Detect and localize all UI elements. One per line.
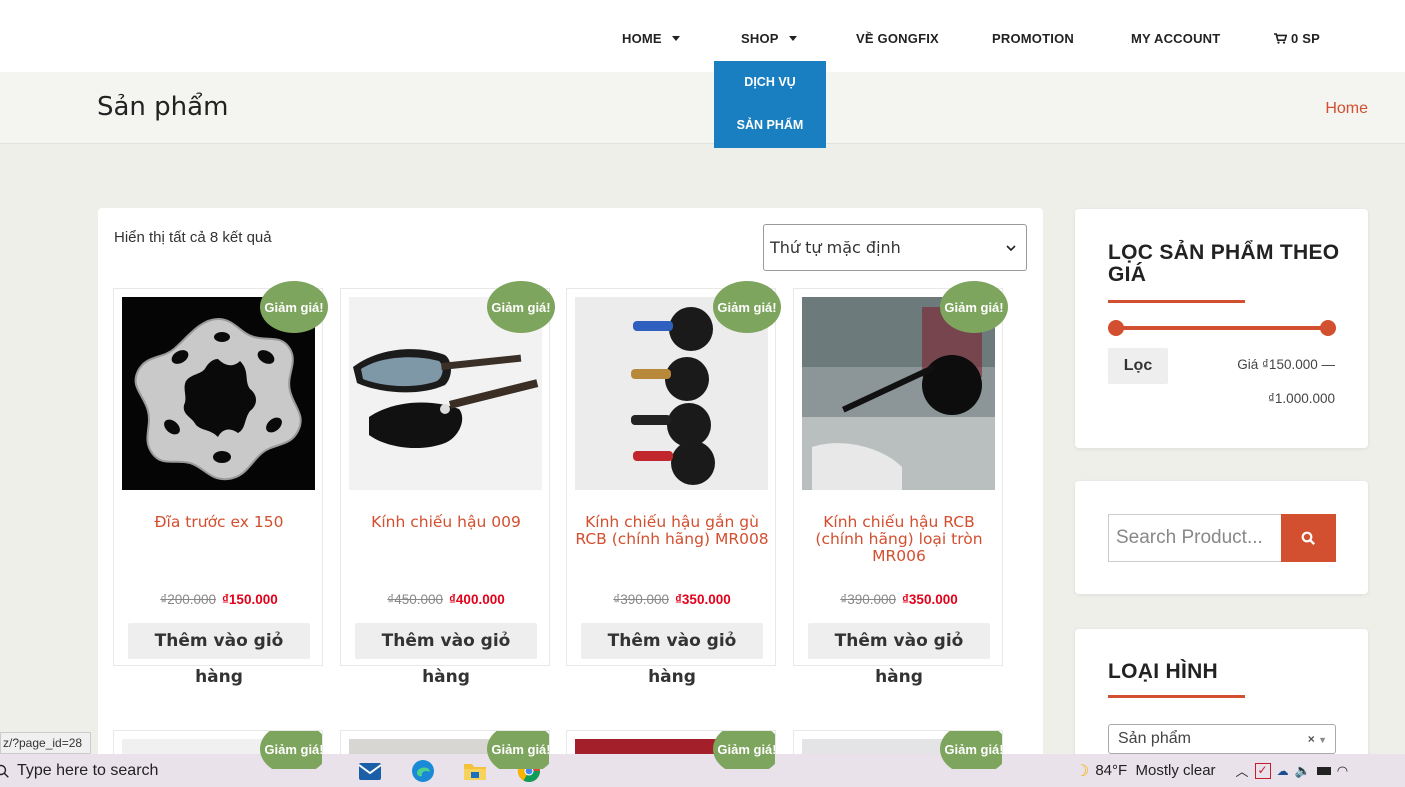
sale-badge: Giảm giá! <box>713 731 775 769</box>
sale-price: ₫350.000 <box>902 592 958 607</box>
windows-taskbar: Type here to search ☽ 84°F Mostly clear … <box>0 754 1405 787</box>
product-card[interactable]: Giảm giá! Kính chiếu hậu 009 ₫450.000 ₫40… <box>340 281 555 687</box>
product-name[interactable]: Kính chiếu hậu gắn gù RCB (chính hãng) M… <box>567 514 777 548</box>
cart-count-label: 0 SP <box>1291 31 1320 46</box>
title-underline <box>1108 695 1245 698</box>
nav-about-label: VỀ GONGFIX <box>856 31 939 46</box>
breadcrumb-home[interactable]: Home <box>1325 100 1368 118</box>
chevron-down-icon <box>1006 244 1016 251</box>
sale-badge: Giảm giá! <box>260 281 328 333</box>
system-tray: ☽ 84°F Mostly clear ︿ ✓ ☁ 🔈 ◠ <box>1075 754 1348 787</box>
nav-shop[interactable]: SHOP <box>741 31 797 46</box>
antivirus-icon[interactable]: ✓ <box>1254 762 1271 779</box>
shop-dropdown-menu: DỊCH VỤ SẢN PHẨM <box>714 61 826 148</box>
product-price: ₫390.000 ₫350.000 <box>794 592 1004 607</box>
status-bar-url: z/?page_id=28 <box>0 732 91 754</box>
sale-price: ₫150.000 <box>222 592 278 607</box>
product-name[interactable]: Kính chiếu hậu 009 <box>341 514 551 531</box>
price-slider-max-handle[interactable] <box>1320 320 1336 336</box>
speaker-icon[interactable]: 🔈 <box>1295 763 1311 779</box>
dropdown-item-services[interactable]: DỊCH VỤ <box>714 61 826 104</box>
price-range-from: Giá ₫150.000 — <box>1237 357 1335 372</box>
sale-badge: Giảm giá! <box>940 281 1008 333</box>
add-to-cart-button[interactable]: Thêm vào giỏ hàng <box>355 623 537 687</box>
edge-browser-icon[interactable] <box>410 758 436 784</box>
category-select[interactable]: Sản phẩm × ▼ <box>1108 724 1336 754</box>
moon-icon: ☽ <box>1075 762 1090 780</box>
caret-down-icon <box>788 36 797 41</box>
title-underline <box>1108 300 1245 303</box>
sale-price: ₫400.000 <box>449 592 505 607</box>
caret-down-icon <box>671 36 680 41</box>
add-to-cart-button[interactable]: Thêm vào giỏ hàng <box>581 623 763 687</box>
price-slider-track[interactable] <box>1116 326 1328 330</box>
price-range-to: ₫1.000.000 <box>1268 391 1335 406</box>
dropdown-item-products[interactable]: SẢN PHẨM <box>714 104 826 147</box>
sort-selected-value: Thứ tự mặc định <box>770 238 901 257</box>
sale-badge: Giảm giá! <box>260 731 322 769</box>
product-price: ₫390.000 ₫350.000 <box>567 592 777 607</box>
add-to-cart-button[interactable]: Thêm vào giỏ hàng <box>128 623 310 687</box>
sale-badge: Giảm giá! <box>487 281 555 333</box>
category-title: LOẠI HÌNH <box>1108 660 1219 683</box>
search-icon <box>1301 531 1316 545</box>
nav-shop-label: SHOP <box>741 31 779 46</box>
nav-my-account[interactable]: MY ACCOUNT <box>1131 31 1220 46</box>
product-price: ₫200.000 ₫150.000 <box>114 592 324 607</box>
price-slider-min-handle[interactable] <box>1108 320 1124 336</box>
price-range-label: Giá ₫150.000 — ₫1.000.000 <box>1237 348 1335 416</box>
add-to-cart-button[interactable]: Thêm vào giỏ hàng <box>808 623 990 687</box>
battery-icon[interactable] <box>1316 766 1331 775</box>
nav-my-account-label: MY ACCOUNT <box>1131 31 1221 46</box>
price-filter-title: LỌC SẢN PHẨM THEO GIÁ <box>1108 241 1340 286</box>
old-price: ₫450.000 <box>387 592 443 607</box>
product-price: ₫450.000 ₫400.000 <box>341 592 551 607</box>
wifi-icon[interactable]: ◠ <box>1337 763 1348 779</box>
nav-promotion[interactable]: PROMOTION <box>992 31 1074 46</box>
file-explorer-icon[interactable] <box>462 758 488 784</box>
old-price: ₫200.000 <box>160 592 216 607</box>
result-count: Hiển thị tất cả 8 kết quả <box>114 229 272 246</box>
sale-price: ₫350.000 <box>675 592 731 607</box>
nav-cart[interactable]: 0 SP <box>1274 31 1320 46</box>
nav-promotion-label: PROMOTION <box>992 31 1074 46</box>
sale-badge: Giảm giá! <box>487 731 549 769</box>
category-selected-value: Sản phẩm <box>1118 730 1191 747</box>
chevron-up-icon[interactable]: ︿ <box>1236 761 1249 780</box>
search-input[interactable]: Search Product... <box>1108 514 1281 562</box>
mail-icon[interactable] <box>357 758 383 784</box>
nav-home[interactable]: HOME <box>622 31 680 46</box>
search-icon <box>0 764 9 778</box>
cart-icon <box>1274 33 1287 44</box>
sale-badge: Giảm giá! <box>940 731 1002 769</box>
product-card[interactable]: Giảm giá! Kính chiếu hậu gắn gù RCB (chí… <box>566 281 781 687</box>
nav-home-label: HOME <box>622 31 662 46</box>
old-price: ₫390.000 <box>613 592 669 607</box>
page-title: Sản phẩm <box>97 92 229 122</box>
old-price: ₫390.000 <box>840 592 896 607</box>
select-controls: × ▼ <box>1308 725 1327 754</box>
filter-button[interactable]: Lọc <box>1108 348 1168 384</box>
product-name[interactable]: Đĩa trước ex 150 <box>114 514 324 531</box>
nav-about[interactable]: VỀ GONGFIX <box>856 31 939 46</box>
clear-selection-icon[interactable]: × <box>1308 732 1315 746</box>
chevron-down-icon[interactable]: ▼ <box>1318 735 1327 745</box>
product-name[interactable]: Kính chiếu hậu RCB (chính hãng) loại trò… <box>794 514 1004 565</box>
product-card[interactable]: Giảm giá! Đĩa trước ex 150 ₫200.000 ₫150.… <box>113 281 328 687</box>
search-button[interactable] <box>1281 514 1336 562</box>
sale-badge: Giảm giá! <box>713 281 781 333</box>
sort-select[interactable]: Thứ tự mặc định <box>763 224 1027 271</box>
weather-label[interactable]: 84°F Mostly clear <box>1095 762 1215 779</box>
taskbar-search-placeholder: Type here to search <box>17 761 159 779</box>
product-card[interactable]: Giảm giá! Kính chiếu hậu RCB (chính hãng… <box>793 281 1008 687</box>
onedrive-error-icon[interactable]: ☁ <box>1277 764 1289 778</box>
